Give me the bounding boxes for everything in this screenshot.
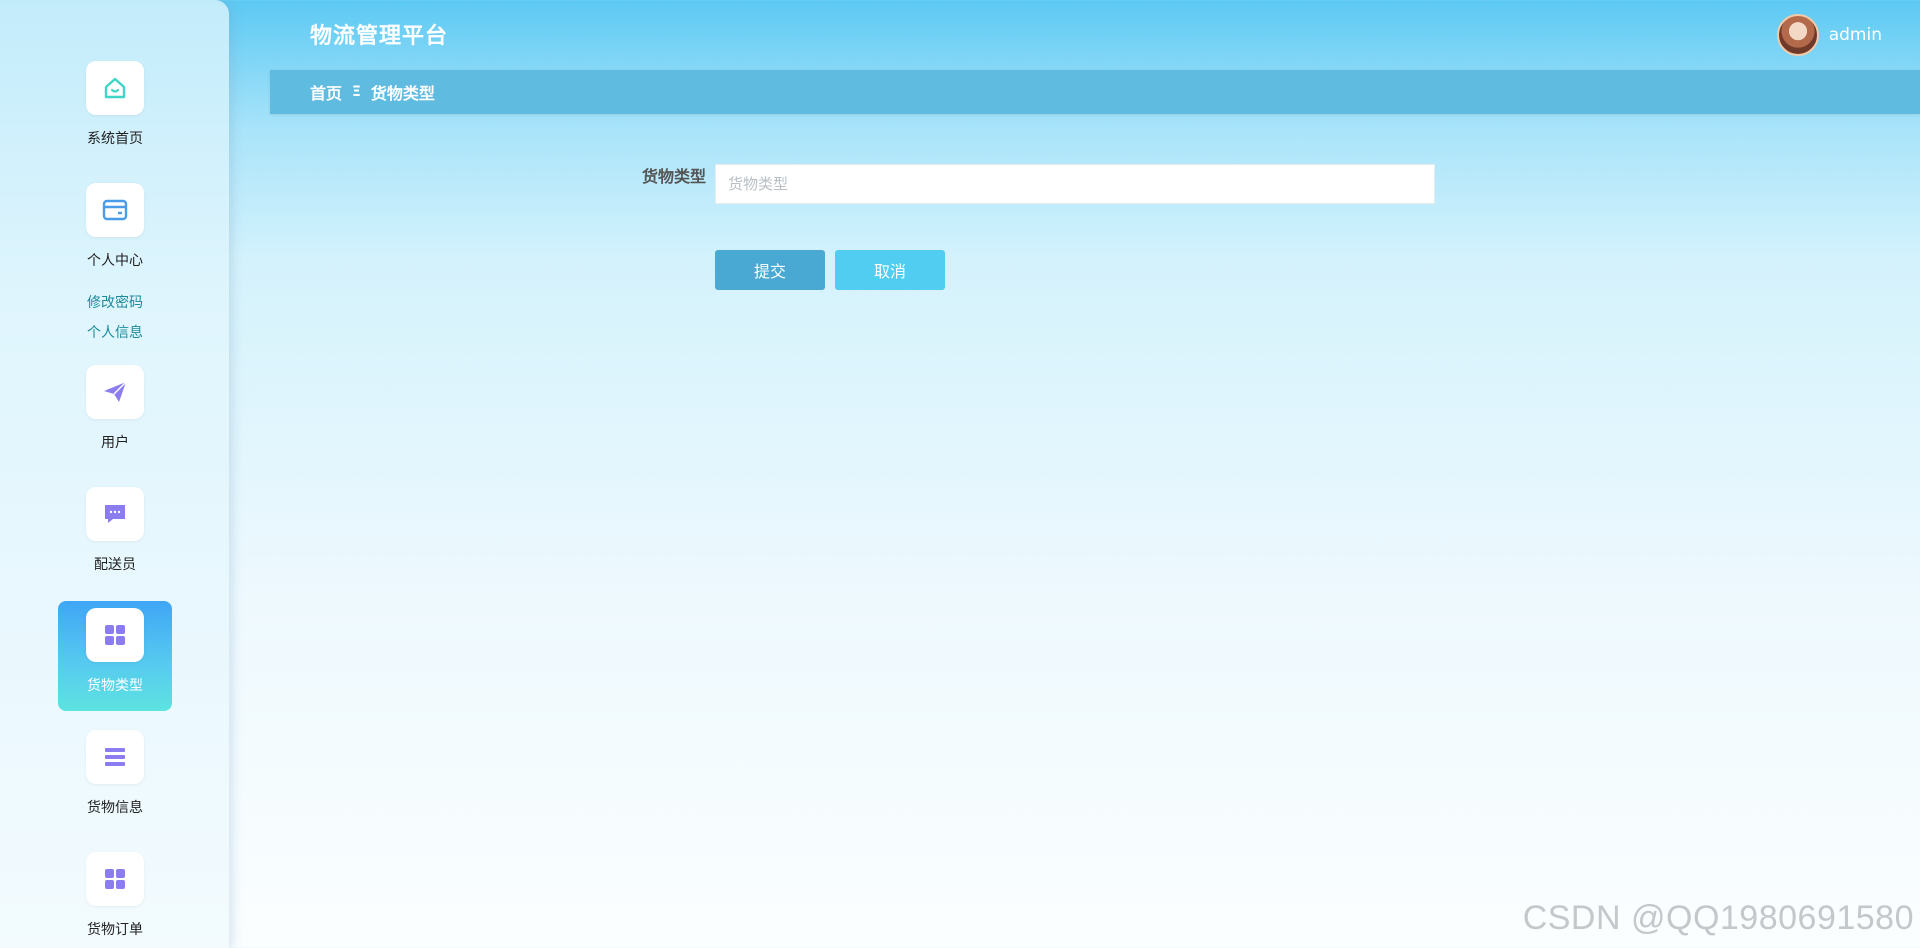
nav-icon-box — [86, 852, 144, 906]
paper-plane-icon — [104, 381, 127, 402]
sidebar-item-profile[interactable]: 个人中心 — [58, 176, 172, 286]
watermark: CSDN @QQ1980691580 — [1522, 899, 1914, 937]
sidebar-item-goods-info[interactable]: 货物信息 — [58, 723, 172, 833]
grid-icon — [105, 625, 125, 645]
nav-icon-box — [86, 608, 144, 662]
sidebar-item-goods-orders[interactable]: 货物订单 — [58, 845, 172, 948]
sidebar-item-label: 配送员 — [94, 557, 136, 573]
sidebar-item-goods-type[interactable]: 货物类型 — [58, 601, 172, 711]
sidebar-item-label: 个人中心 — [87, 253, 143, 269]
grid-icon — [105, 869, 125, 889]
sidebar-item-label: 用户 — [101, 435, 129, 451]
sidebar-item-home[interactable]: 系统首页 — [58, 54, 172, 164]
breadcrumb-current: 货物类型 — [370, 84, 435, 103]
card-icon — [102, 199, 128, 221]
sidebar-item-label: 货物类型 — [87, 678, 143, 694]
nav-icon-box — [86, 730, 144, 784]
avatar[interactable] — [1776, 14, 1819, 56]
list-icon — [105, 748, 125, 766]
app-title: 物流管理平台 — [310, 24, 449, 49]
breadcrumb-separator-icon: Ξ — [352, 84, 361, 100]
nav-icon-box — [86, 365, 144, 419]
sidebar-item-label: 货物订单 — [87, 922, 143, 938]
sidebar-item-label: 货物信息 — [87, 800, 143, 816]
username[interactable]: admin — [1829, 25, 1882, 45]
sidebar: 系统首页 个人中心 修改密码 个人信息 用户 配送员 货物类型 货物信息 货物订… — [0, 0, 229, 948]
sidebar-item-couriers[interactable]: 配送员 — [58, 480, 172, 590]
nav-icon-box — [86, 183, 144, 237]
goods-type-label: 货物类型 — [641, 167, 706, 186]
breadcrumb-home[interactable]: 首页 — [310, 80, 342, 104]
breadcrumb: 首页 Ξ 货物类型 — [270, 70, 1920, 114]
sidebar-item-label: 系统首页 — [87, 131, 143, 147]
chat-icon — [105, 505, 125, 523]
cancel-button[interactable]: 取消 — [835, 250, 945, 290]
home-icon — [104, 77, 126, 99]
sidebar-sublink-profile-info[interactable]: 个人信息 — [58, 322, 172, 342]
submit-button[interactable]: 提交 — [715, 250, 825, 290]
nav-icon-box — [86, 487, 144, 541]
sidebar-sublink-change-password[interactable]: 修改密码 — [58, 292, 172, 312]
nav-icon-box — [86, 61, 144, 115]
user-menu[interactable]: admin — [1776, 14, 1882, 56]
goods-type-input[interactable] — [715, 164, 1435, 204]
sidebar-item-users[interactable]: 用户 — [58, 358, 172, 468]
